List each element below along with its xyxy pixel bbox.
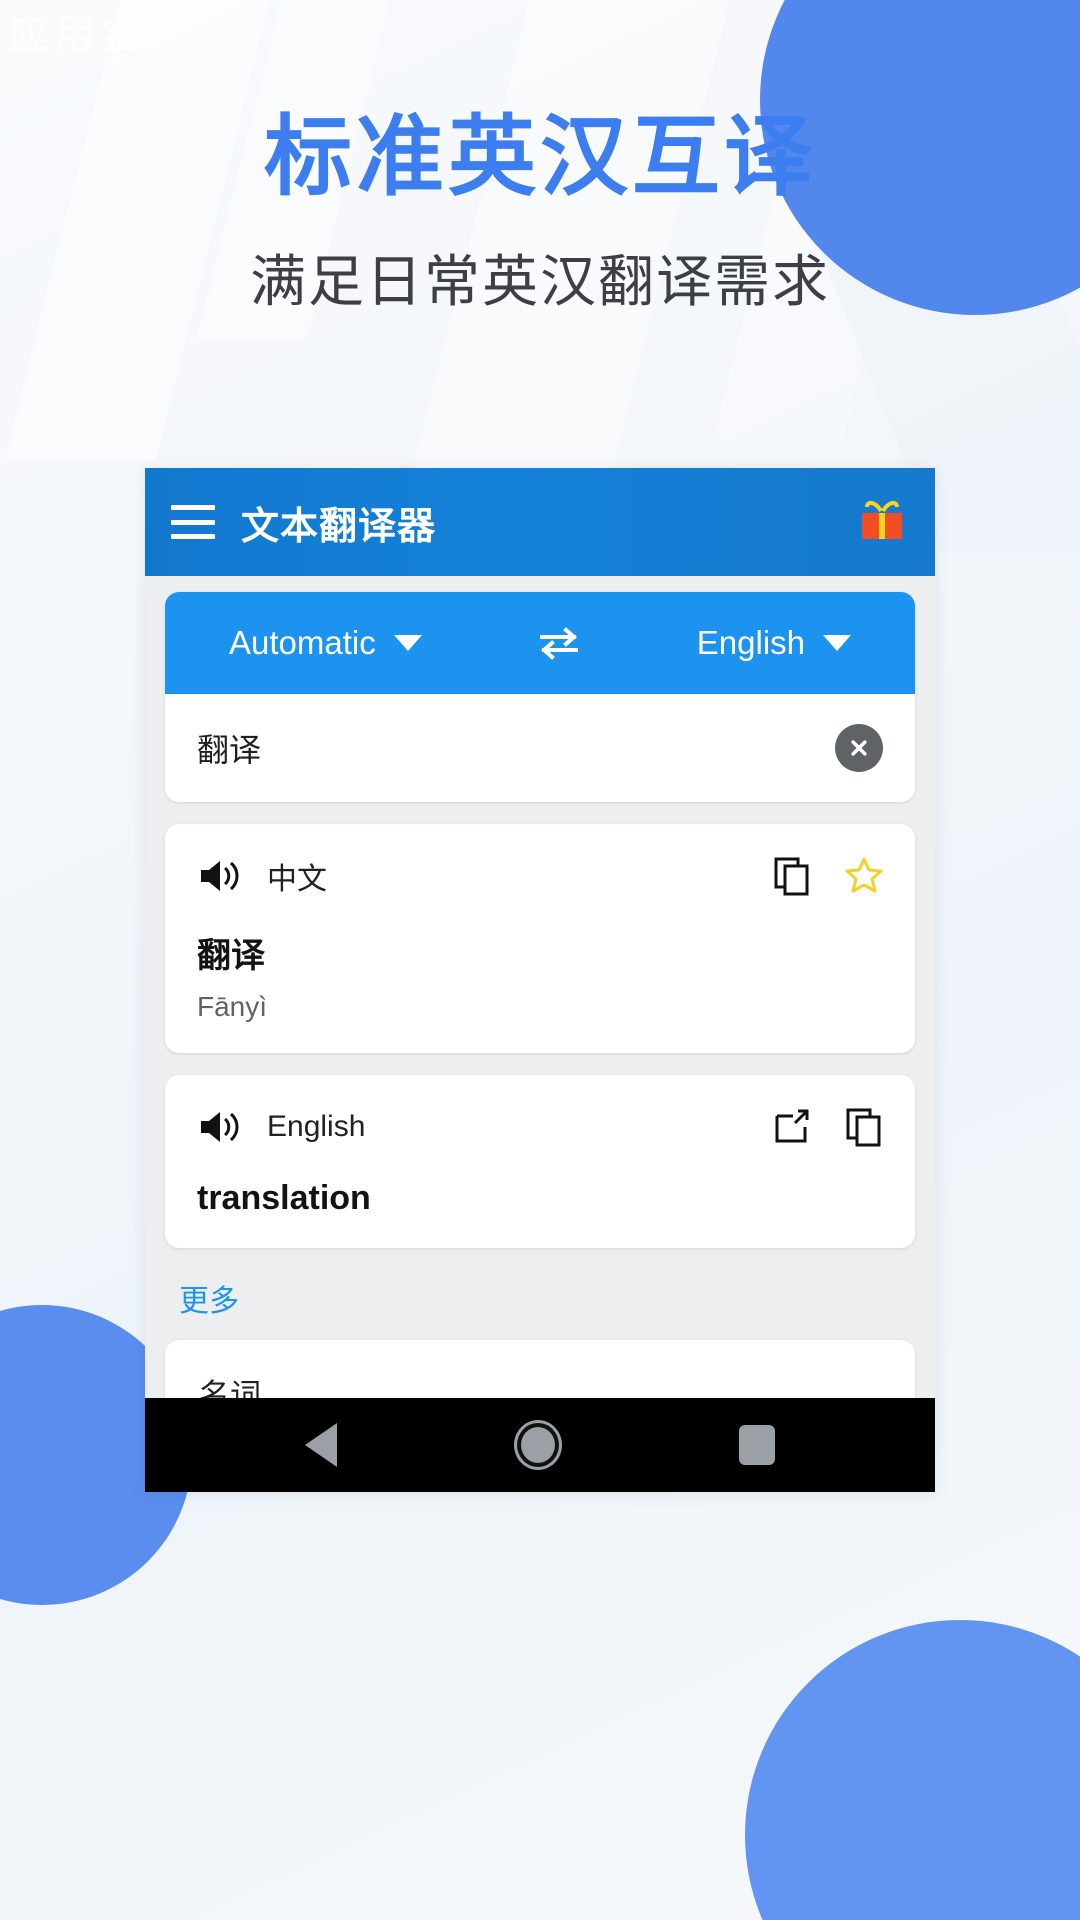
result-card-english: English translation [165,1075,915,1248]
more-link[interactable]: 更多 [179,1276,239,1320]
copy-icon[interactable] [773,856,811,896]
language-selector-bar: Automatic English [165,592,915,694]
result-header: 中文 [197,850,883,902]
result-actions [773,856,883,896]
promo-headline: 标准英汉互译 [263,107,816,206]
hamburger-menu-icon[interactable] [171,505,215,539]
speaker-icon[interactable] [197,1108,241,1146]
translate-input-card: Automatic English 翻译 [165,592,915,802]
source-language-label: Automatic [229,624,376,661]
result-card-chinese: 中文 翻译 Fānyì [165,824,915,1053]
chevron-down-icon [393,635,422,651]
speaker-icon[interactable] [197,857,241,895]
promo-subheadline: 满足日常英汉翻译需求 [250,249,830,313]
result-header: English [197,1101,883,1153]
star-icon[interactable] [845,856,883,896]
result-actions [773,1107,883,1147]
result-text: translation [197,1179,371,1217]
result-pinyin: Fānyì [197,991,268,1022]
part-of-speech-label: 名词 [199,1378,261,1398]
result-language-label: 中文 [267,863,327,896]
back-triangle-icon[interactable] [305,1423,337,1467]
result-text: 翻译 [197,937,265,975]
recents-square-icon[interactable] [739,1425,775,1465]
app-bar: 文本翻译器 [145,468,935,576]
phone-screenshot: 文本翻译器 Automatic English 翻译 中文 翻译 Fānyì E… [145,468,935,1492]
source-text-input[interactable]: 翻译 [197,725,835,771]
app-content: Automatic English 翻译 中文 翻译 Fānyì English… [145,576,935,1398]
app-title: 文本翻译器 [241,505,437,548]
copy-icon[interactable] [845,1107,883,1147]
close-circle-icon[interactable] [835,724,883,772]
result-language-label: English [267,1110,366,1143]
promo-headline-block: 标准英汉互译 满足日常英汉翻译需求 [0,107,1080,318]
source-language-selector[interactable]: Automatic [229,624,422,662]
promo-screenshot-root: 应用宝 标准英汉互译 满足日常英汉翻译需求 文本翻译器 Automatic En… [0,0,1080,1920]
source-text-row[interactable]: 翻译 [165,694,915,802]
dictionary-card: 名词 translation 翻译，翻，解答 interpretation 解释… [165,1340,915,1398]
gift-icon[interactable] [855,498,909,546]
target-language-label: English [696,624,805,661]
watermark-label: 应用宝 [8,13,146,57]
decorative-circle-bottom-right [745,1620,1080,1920]
android-navigation-bar [145,1398,935,1492]
chevron-down-icon [823,635,851,651]
target-language-selector[interactable]: English [697,624,851,662]
home-circle-icon[interactable] [517,1423,559,1467]
external-link-icon[interactable] [773,1107,811,1147]
swap-languages-button[interactable] [536,626,582,660]
